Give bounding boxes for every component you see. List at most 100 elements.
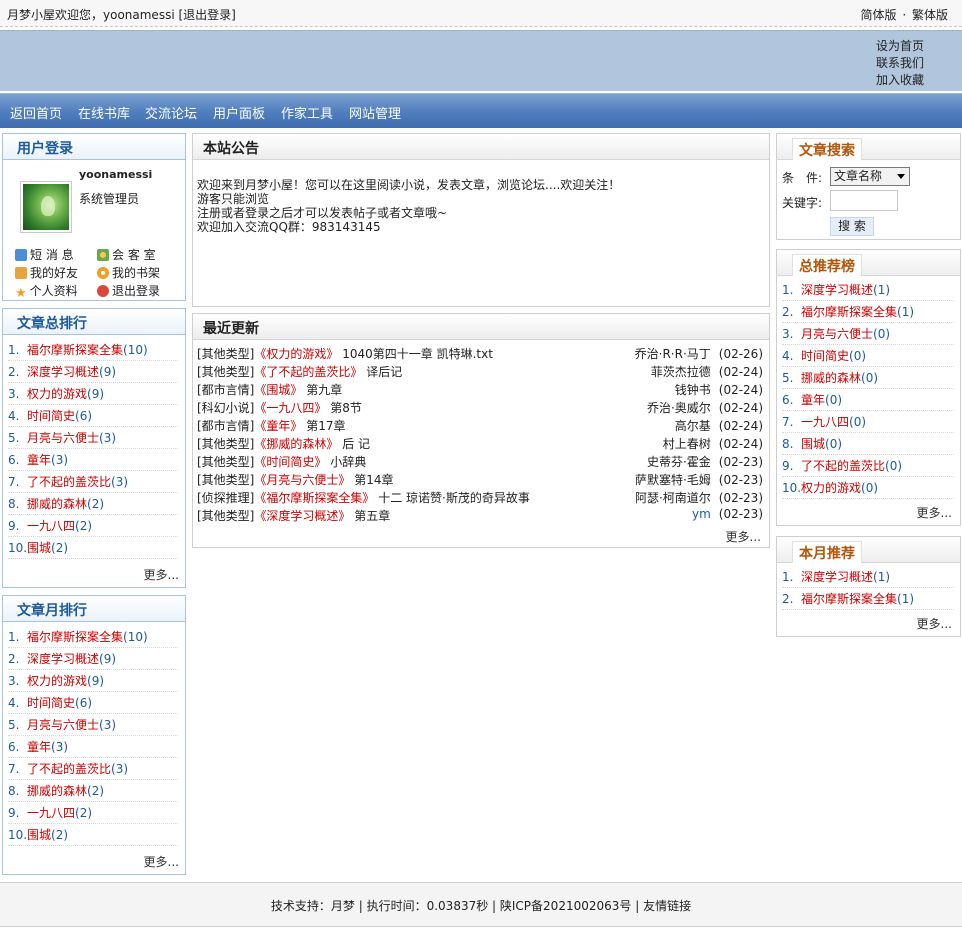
chapter-link[interactable]: 第17章 — [306, 419, 345, 433]
book-link[interactable]: 《一九八四》 — [254, 401, 326, 415]
book-link[interactable]: 围城 — [27, 828, 51, 842]
book-link[interactable]: 权力的游戏 — [27, 387, 87, 401]
book-link[interactable]: 深度学习概述 — [27, 652, 99, 666]
book-link[interactable]: 福尔摩斯探案全集 — [801, 592, 897, 606]
nav-home[interactable]: 返回首页 — [10, 103, 62, 122]
book-link[interactable]: 一九八四 — [801, 415, 849, 429]
book-link[interactable]: 《时间简史》 — [254, 455, 326, 469]
book-link[interactable]: 时间简史 — [801, 349, 849, 363]
add-favorite-link[interactable]: 加入收藏 — [876, 73, 924, 87]
list-item: 2. 福尔摩斯探案全集(1) — [782, 301, 954, 323]
chapter-link[interactable]: 小辞典 — [330, 455, 366, 469]
nav-writer-tools[interactable]: 作家工具 — [281, 103, 333, 122]
month-rank-list: 1. 福尔摩斯探案全集(10) 2. 深度学习概述(9) 3. 权力的游戏(9) 4. 时间简… — [8, 626, 178, 846]
bookshelf-link[interactable]: 我的书架 — [97, 264, 160, 281]
book-link[interactable]: 权力的游戏 — [27, 674, 87, 688]
chapter-link[interactable]: 后 记 — [342, 437, 370, 451]
nav-user-panel[interactable]: 用户面板 — [213, 103, 265, 122]
book-link[interactable]: 深度学习概述 — [801, 283, 873, 297]
more-link[interactable]: 更多... — [144, 853, 179, 870]
count: (2) — [51, 541, 69, 555]
list-item: 10.权力的游戏(0) — [782, 477, 954, 499]
author-link[interactable]: 乔治·奥威尔 — [647, 401, 711, 415]
condition-select[interactable]: 文章名称 — [830, 167, 910, 186]
rank-number: 4. — [8, 409, 20, 423]
more-link[interactable]: 更多... — [917, 504, 952, 521]
book-link[interactable]: 了不起的盖茨比 — [27, 762, 111, 776]
book-link[interactable]: 福尔摩斯探案全集 — [27, 343, 123, 357]
author-link[interactable]: 村上春树 — [663, 437, 711, 451]
set-homepage-link[interactable]: 设为首页 — [876, 39, 924, 53]
book-link[interactable]: 《月亮与六便士》 — [254, 473, 350, 487]
book-link[interactable]: 一九八四 — [27, 519, 75, 533]
list-item: 3. 月亮与六便士(0) — [782, 323, 954, 345]
book-link[interactable]: 深度学习概述 — [27, 365, 99, 379]
book-link[interactable]: 福尔摩斯探案全集 — [27, 630, 123, 644]
book-link[interactable]: 围城 — [801, 437, 825, 451]
book-link[interactable]: 一九八四 — [27, 806, 75, 820]
book-link[interactable]: 月亮与六便士 — [27, 718, 99, 732]
notice-line: 游客只能浏览 — [197, 192, 270, 206]
link-label: 个人资料 — [29, 284, 78, 298]
book-link[interactable]: 挪威的森林 — [27, 497, 87, 511]
book-link[interactable]: 童年 — [27, 453, 51, 467]
more-link[interactable]: 更多... — [917, 615, 952, 632]
book-link[interactable]: 时间简史 — [27, 696, 75, 710]
book-link[interactable]: 了不起的盖茨比 — [27, 475, 111, 489]
chapter-link[interactable]: 译后记 — [366, 365, 402, 379]
author-link[interactable]: 阿瑟·柯南道尔 — [635, 491, 711, 505]
chapter-link[interactable]: 第14章 — [354, 473, 393, 487]
book-link[interactable]: 《了不起的盖茨比》 — [254, 365, 362, 379]
book-link[interactable]: 《围城》 — [254, 383, 302, 397]
author-link[interactable]: 钱钟书 — [675, 383, 711, 397]
chapter-link[interactable]: 第五章 — [354, 509, 390, 523]
author-link[interactable]: 史蒂芬·霍金 — [647, 455, 711, 469]
traditional-link[interactable]: 繁体版 — [912, 8, 948, 22]
book-link[interactable]: 童年 — [801, 393, 825, 407]
contact-us-link[interactable]: 联系我们 — [876, 56, 924, 70]
count: (9) — [99, 652, 117, 666]
chapter-link[interactable]: 第8节 — [330, 401, 362, 415]
count: (3) — [51, 453, 69, 467]
book-link[interactable]: 权力的游戏 — [801, 481, 861, 495]
book-link[interactable]: 月亮与六便士 — [801, 327, 873, 341]
book-link[interactable]: 《权力的游戏》 — [254, 347, 338, 361]
nav-forum[interactable]: 交流论坛 — [145, 103, 197, 122]
search-button[interactable]: 搜 索 — [830, 217, 874, 236]
book-link[interactable]: 了不起的盖茨比 — [801, 459, 885, 473]
logout-link[interactable]: 退出登录 — [97, 282, 160, 299]
list-item: 5. 挪威的森林(0) — [782, 367, 954, 389]
book-link[interactable]: 挪威的森林 — [801, 371, 861, 385]
book-link[interactable]: 挪威的森林 — [27, 784, 87, 798]
book-link[interactable]: 福尔摩斯探案全集 — [801, 305, 897, 319]
keyword-input[interactable] — [830, 190, 898, 211]
author-link[interactable]: 高尔基 — [675, 419, 711, 433]
more-link[interactable]: 更多... — [144, 566, 179, 583]
author-link[interactable]: 菲茨杰拉德 — [651, 365, 711, 379]
nav-admin[interactable]: 网站管理 — [349, 103, 401, 122]
panel-header: 文章月排行 — [3, 596, 185, 622]
panel-header: 本月推荐 — [777, 537, 960, 563]
book-link[interactable]: 《福尔摩斯探案全集》 — [254, 491, 374, 505]
book-link[interactable]: 深度学习概述 — [801, 570, 873, 584]
simplified-link[interactable]: 简体版 — [860, 8, 896, 22]
chapter-link[interactable]: 十二 琼诺赞·斯茂的奇异故事 — [378, 491, 530, 505]
book-link[interactable]: 童年 — [27, 740, 51, 754]
messages-link[interactable]: 短 消 息 — [15, 246, 74, 263]
chapter-link[interactable]: 第九章 — [306, 383, 342, 397]
meeting-room-link[interactable]: 会 客 室 — [97, 246, 156, 263]
book-link[interactable]: 时间简史 — [27, 409, 75, 423]
profile-link[interactable]: ★ 个人资料 — [15, 282, 78, 300]
author-link[interactable]: ym — [692, 507, 711, 521]
chapter-link[interactable]: 1040第四十一章 凯特琳.txt — [342, 347, 493, 361]
author-link[interactable]: 萨默塞特·毛姆 — [635, 473, 711, 487]
book-link[interactable]: 《深度学习概述》 — [254, 509, 350, 523]
book-link[interactable]: 《童年》 — [254, 419, 302, 433]
friends-link[interactable]: 我的好友 — [15, 264, 78, 281]
book-link[interactable]: 月亮与六便士 — [27, 431, 99, 445]
author-link[interactable]: 乔治·R·R·马丁 — [635, 347, 711, 361]
nav-library[interactable]: 在线书库 — [78, 103, 130, 122]
book-link[interactable]: 围城 — [27, 541, 51, 555]
book-link[interactable]: 《挪威的森林》 — [254, 437, 338, 451]
more-link[interactable]: 更多... — [726, 528, 761, 545]
